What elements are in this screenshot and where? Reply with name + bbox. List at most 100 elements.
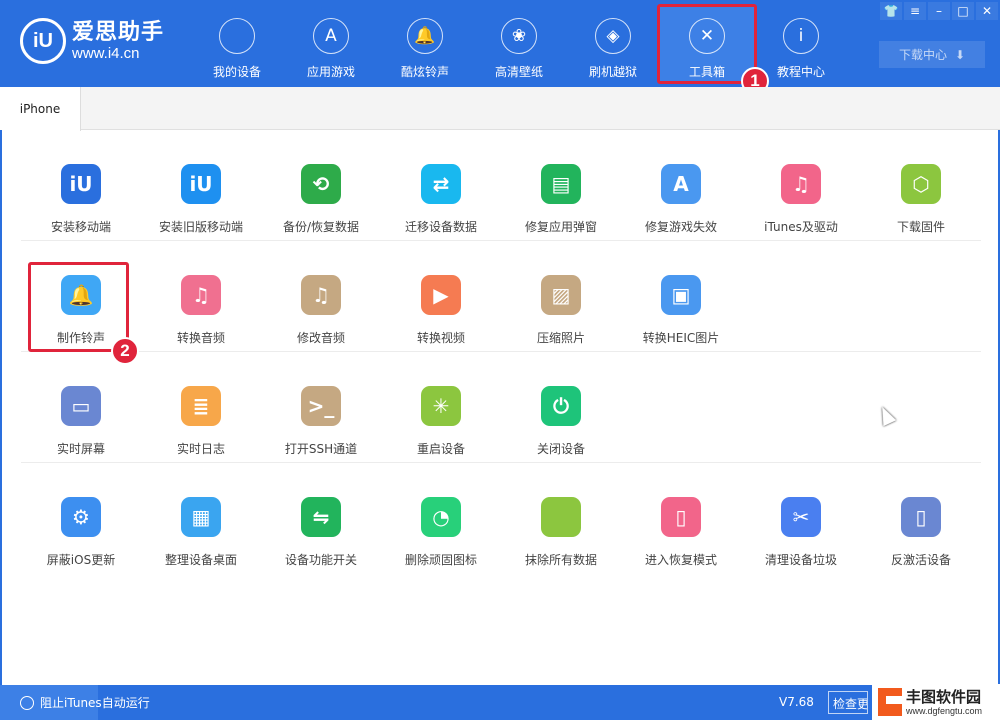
tool-label: 反激活设备	[890, 553, 951, 567]
tool-item[interactable]: >_ 打开SSH通道	[261, 352, 381, 463]
block-itunes-toggle[interactable]: 阻止iTunes自动运行	[0, 685, 150, 720]
tool-item[interactable]: ▶ 转换视频	[381, 241, 501, 352]
nav-item-5[interactable]: ✕ 工具箱	[657, 4, 757, 84]
tool-item[interactable]: ▯ 反激活设备	[861, 463, 981, 574]
tool-icon: ⇋	[301, 497, 341, 537]
close-icon[interactable]: ✕	[976, 2, 998, 20]
radio-icon[interactable]	[20, 695, 34, 710]
tool-icon: ✳	[421, 386, 461, 426]
nav-item-4[interactable]: ◈ 刷机越狱	[566, 0, 660, 87]
app-logo: iU 爱思助手 www.i4.cn	[20, 18, 164, 64]
dropbox-icon: ◈	[595, 18, 631, 54]
watermark-name: 丰图软件园	[906, 687, 982, 706]
tool-label: 下载固件	[896, 220, 945, 234]
menu-icon[interactable]: ≡	[904, 2, 926, 20]
tool-label: 清理设备垃圾	[764, 553, 837, 567]
tool-label: 转换HEIC图片	[642, 331, 720, 345]
tool-label: iTunes及驱动	[764, 220, 838, 234]
apple-icon	[219, 18, 255, 54]
tool-icon: ▭	[61, 386, 101, 426]
nav-item-2[interactable]: 🔔 酷炫铃声	[378, 0, 472, 87]
tool-item[interactable]: ⬡ 下载固件	[861, 130, 981, 241]
status-bar: 阻止iTunes自动运行 V7.68 检查更新	[0, 685, 1000, 720]
tool-icon: ▤	[541, 164, 581, 204]
tool-item[interactable]: ⚙ 屏蔽iOS更新	[21, 463, 141, 574]
nav-item-0[interactable]: 我的设备	[190, 0, 284, 87]
tool-icon: ▯	[661, 497, 701, 537]
download-center-button[interactable]: 下载中心 ⬇	[879, 41, 985, 68]
tool-icon: ▨	[541, 275, 581, 315]
tool-icon	[541, 497, 581, 537]
device-tab-bar: iPhone	[0, 87, 1000, 131]
app-store-icon: A	[313, 18, 349, 54]
tool-icon: ♫	[301, 275, 341, 315]
tool-icon: iU	[181, 164, 221, 204]
tool-icon: A	[661, 164, 701, 204]
tool-icon: ◔	[421, 497, 461, 537]
nav-label: 高清壁纸	[494, 65, 543, 79]
tool-item[interactable]: ▤ 修复应用弹窗	[501, 130, 621, 241]
tool-label: 设备功能开关	[284, 553, 357, 567]
maximize-icon[interactable]: □	[952, 2, 974, 20]
block-itunes-label: 阻止iTunes自动运行	[40, 696, 150, 710]
tool-item[interactable]: ♫ 修改音频	[261, 241, 381, 352]
tool-item[interactable]: ♫ iTunes及驱动	[741, 130, 861, 241]
tool-label: 进入恢复模式	[644, 553, 717, 567]
nav-label: 教程中心	[776, 65, 825, 79]
tool-icon: iU	[61, 164, 101, 204]
tool-icon: >_	[301, 386, 341, 426]
tool-row: 🔔 制作铃声 ♫ 转换音频 ♫ 修改音频 ▶ 转换视频 ▨ 压缩照片 ▣ 转换HEIC图片	[21, 241, 981, 352]
tool-item[interactable]: A 修复游戏失效	[621, 130, 741, 241]
step-badge-2: 2	[111, 337, 139, 365]
tool-item[interactable]: iU 安装移动端	[21, 130, 141, 241]
header: iU 爱思助手 www.i4.cn 我的设备 A 应用游戏 🔔 酷炫铃声 ❀ 高清壁纸 ◈ 刷机…	[0, 0, 1000, 87]
toolbox-content: iU 安装移动端 iU 安装旧版移动端 ⟲ 备份/恢复数据 ⇄ 迁移设备数据 ▤ 修复应用弹窗 A 修…	[0, 130, 1000, 685]
tool-label: 屏蔽iOS更新	[46, 553, 116, 567]
tool-label: 转换音频	[176, 331, 225, 345]
tool-item[interactable]: ⟲ 备份/恢复数据	[261, 130, 381, 241]
shirt-icon[interactable]: 👕	[880, 2, 902, 20]
tool-item[interactable]: ✂ 清理设备垃圾	[741, 463, 861, 574]
watermark-logo-icon	[878, 688, 902, 716]
app-url: www.i4.cn	[72, 44, 140, 62]
tool-item[interactable]: ▨ 压缩照片	[501, 241, 621, 352]
tool-item[interactable]: ≣ 实时日志	[141, 352, 261, 463]
tool-item[interactable]: ⏻ 关闭设备	[501, 352, 621, 463]
tool-item[interactable]: ▣ 转换HEIC图片	[621, 241, 741, 352]
tool-label: 修复游戏失效	[644, 220, 717, 234]
nav-item-6[interactable]: i 教程中心	[754, 0, 848, 87]
download-icon: ⬇	[954, 47, 966, 62]
tool-item[interactable]: ✳ 重启设备	[381, 352, 501, 463]
tool-item[interactable]: ▦ 整理设备桌面	[141, 463, 261, 574]
tool-item[interactable]: ▭ 实时屏幕	[21, 352, 141, 463]
tool-label: 打开SSH通道	[284, 442, 358, 456]
tool-label: 删除顽固图标	[404, 553, 477, 567]
tool-item[interactable]: 抹除所有数据	[501, 463, 621, 574]
tool-item[interactable]: ▯ 进入恢复模式	[621, 463, 741, 574]
tab-iphone[interactable]: iPhone	[0, 87, 81, 131]
tool-item[interactable]: ⇋ 设备功能开关	[261, 463, 381, 574]
tool-icon: ♫	[181, 275, 221, 315]
tool-icon: ▯	[901, 497, 941, 537]
tool-item[interactable]: ◔ 删除顽固图标	[381, 463, 501, 574]
bell-icon: 🔔	[407, 18, 443, 54]
tool-icon: ♫	[781, 164, 821, 204]
nav-item-3[interactable]: ❀ 高清壁纸	[472, 0, 566, 87]
tool-icon: ✂	[781, 497, 821, 537]
tool-label: 安装移动端	[50, 220, 111, 234]
tool-label: 关闭设备	[536, 442, 585, 456]
nav-label: 我的设备	[212, 65, 261, 79]
window-controls: 👕 ≡ – □ ✕	[878, 2, 998, 20]
logo-mark: iU	[20, 18, 66, 64]
tool-item[interactable]: ♫ 转换音频	[141, 241, 261, 352]
tool-item[interactable]: iU 安装旧版移动端	[141, 130, 261, 241]
tool-item[interactable]: ⇄ 迁移设备数据	[381, 130, 501, 241]
check-update-button[interactable]: 检查更新	[828, 691, 868, 714]
tool-label: 迁移设备数据	[404, 220, 477, 234]
tool-row: ⚙ 屏蔽iOS更新 ▦ 整理设备桌面 ⇋ 设备功能开关 ◔ 删除顽固图标 抹除所有数据 ▯ 进入恢复…	[21, 463, 981, 574]
nav-item-1[interactable]: A 应用游戏	[284, 0, 378, 87]
tool-icon: ▦	[181, 497, 221, 537]
minimize-icon[interactable]: –	[928, 2, 950, 20]
version-label: V7.68	[779, 695, 814, 709]
watermark-url: www.dgfengtu.com	[906, 705, 983, 716]
